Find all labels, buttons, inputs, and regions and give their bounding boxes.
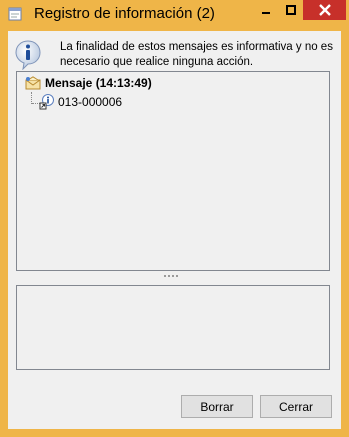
maximize-icon — [285, 5, 296, 15]
close-button[interactable]: Cerrar — [260, 395, 332, 418]
minimize-icon — [261, 12, 270, 14]
close-icon — [318, 4, 331, 16]
button-bar: Borrar Cerrar — [8, 384, 341, 429]
panel-splitter[interactable] — [163, 274, 179, 277]
minimize-button[interactable] — [253, 0, 278, 20]
intro-message: La finalidad de estos mensajes es inform… — [60, 41, 333, 68]
message-envelope-icon — [25, 76, 41, 90]
tree-node-label: 013-000006 — [58, 95, 123, 109]
close-window-button[interactable] — [303, 0, 346, 20]
app-icon — [8, 7, 22, 21]
infolog-window: Registro de información (2) La finalidad… — [0, 0, 349, 437]
maximize-button[interactable] — [278, 0, 303, 20]
dialog-client-area: La finalidad de estos mensajes es inform… — [8, 31, 341, 429]
message-tree[interactable]: Mensaje (14:13:49) 013-000006 — [16, 71, 330, 271]
info-message-icon — [39, 94, 54, 110]
title-bar[interactable]: Registro de información (2) — [0, 0, 349, 28]
tree-node-item[interactable]: 013-000006 — [39, 94, 122, 110]
window-title: Registro de información (2) — [34, 5, 215, 22]
tree-node-message[interactable]: Mensaje (14:13:49) — [25, 76, 152, 90]
clear-button[interactable]: Borrar — [181, 395, 253, 418]
tree-node-label: Mensaje (14:13:49) — [45, 76, 152, 90]
message-detail-panel — [16, 285, 330, 370]
info-icon — [15, 40, 41, 70]
